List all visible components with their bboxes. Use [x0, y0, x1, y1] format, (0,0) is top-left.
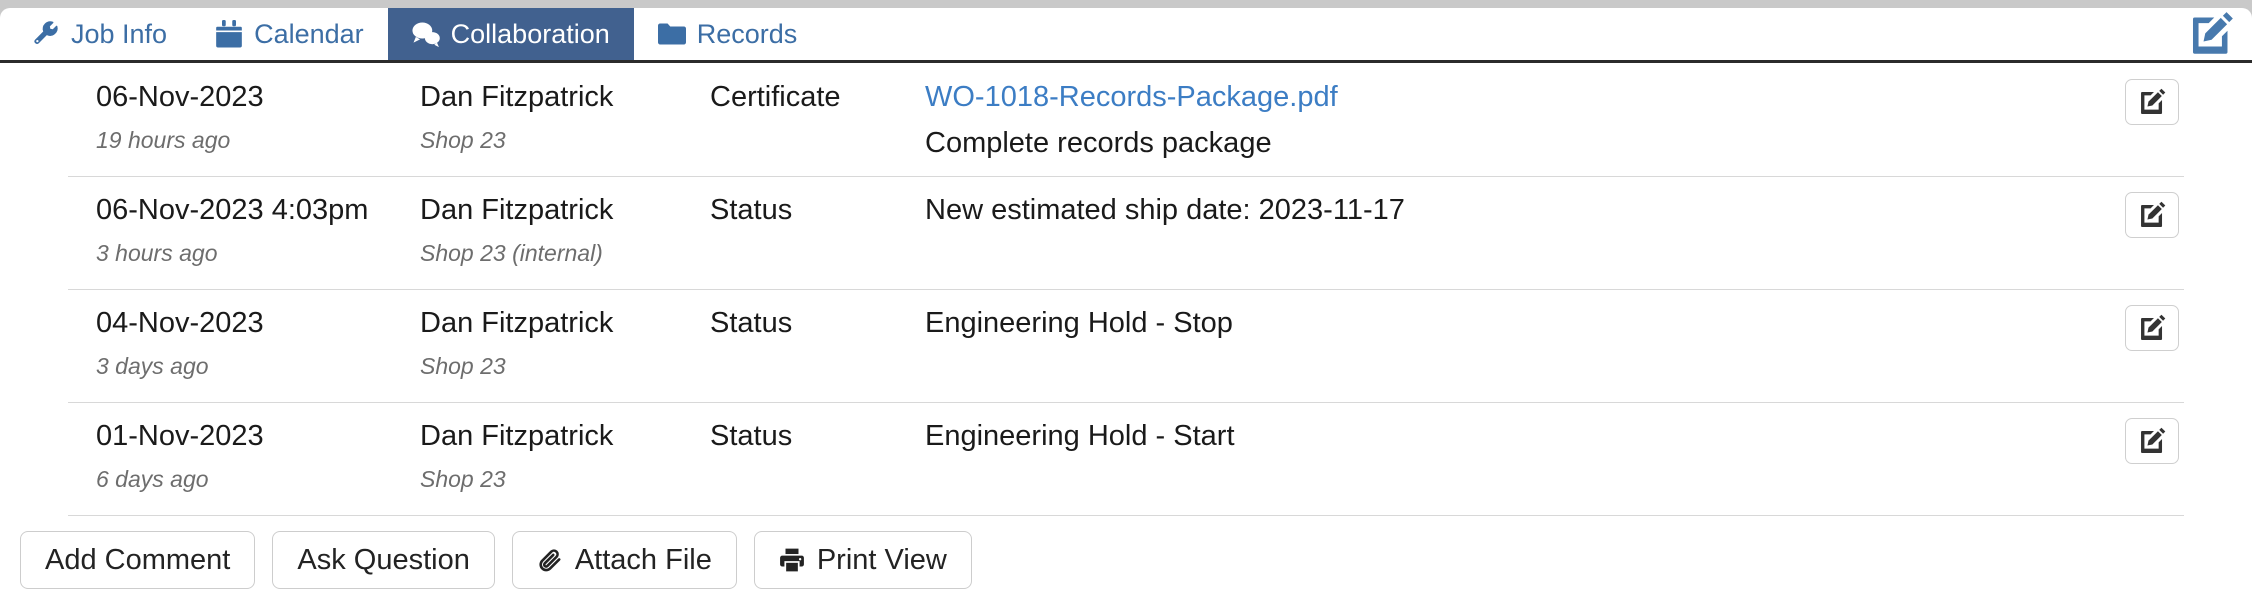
page-root: Job Info Calendar Collaboration Records … — [0, 0, 2252, 606]
header-edit-button[interactable] — [2170, 8, 2252, 60]
row-user-name: Dan Fitzpatrick — [420, 420, 614, 452]
tab-bar: Job Info Calendar Collaboration Records — [0, 8, 2252, 63]
row-user-cell: Dan Fitzpatrick Shop 23 (internal) — [420, 196, 710, 265]
row-detail-text: New estimated ship date: 2023-11-17 — [925, 194, 1405, 226]
pen-to-square-icon — [2138, 314, 2166, 342]
attach-file-label: Attach File — [574, 543, 712, 576]
row-relative-time: 3 days ago — [96, 353, 209, 379]
row-type: Certificate — [710, 81, 841, 113]
row-user-shop: Shop 23 — [420, 466, 506, 492]
calendar-icon — [215, 20, 243, 48]
row-action-cell — [2052, 418, 2252, 464]
printer-icon — [779, 547, 805, 573]
row-type-cell: Status — [710, 422, 925, 451]
row-user-cell: Dan Fitzpatrick Shop 23 — [420, 309, 710, 378]
table-row: 06-Nov-2023 19 hours ago Dan Fitzpatrick… — [0, 63, 2252, 176]
ask-question-button[interactable]: Ask Question — [272, 531, 495, 589]
table-row: 01-Nov-2023 6 days ago Dan Fitzpatrick S… — [0, 402, 2252, 515]
tab-label: Records — [696, 18, 798, 49]
add-comment-button[interactable]: Add Comment — [20, 531, 256, 589]
collaboration-table: 06-Nov-2023 19 hours ago Dan Fitzpatrick… — [0, 63, 2252, 515]
row-type-cell: Status — [710, 309, 925, 338]
row-user-cell: Dan Fitzpatrick Shop 23 — [420, 422, 710, 491]
row-edit-button[interactable] — [2125, 305, 2179, 351]
row-type: Status — [710, 194, 793, 226]
row-user-shop: Shop 23 (internal) — [420, 240, 603, 266]
row-user-cell: Dan Fitzpatrick Shop 23 — [420, 83, 710, 152]
table-row: 06-Nov-2023 4:03pm 3 hours ago Dan Fitzp… — [0, 176, 2252, 289]
pen-to-square-icon — [2138, 88, 2166, 116]
row-type: Status — [710, 307, 793, 339]
pen-to-square-icon — [2188, 11, 2234, 57]
row-relative-time: 6 days ago — [96, 466, 209, 492]
row-date: 06-Nov-2023 — [96, 81, 264, 113]
row-user-shop: Shop 23 — [420, 353, 506, 379]
wrench-icon — [32, 20, 60, 48]
pen-to-square-icon — [2138, 427, 2166, 455]
row-type: Status — [710, 420, 793, 452]
tab-label: Job Info — [71, 18, 168, 49]
row-relative-time: 3 hours ago — [96, 240, 218, 266]
row-user-name: Dan Fitzpatrick — [420, 81, 614, 113]
ask-question-label: Ask Question — [297, 543, 470, 576]
row-action-cell — [2052, 79, 2252, 125]
row-detail-cell: Engineering Hold - Start — [925, 422, 2052, 451]
row-detail-text: Complete records package — [925, 127, 1272, 159]
tab-records[interactable]: Records — [634, 8, 822, 60]
row-action-cell — [2052, 305, 2252, 351]
tab-calendar[interactable]: Calendar — [191, 8, 388, 60]
tab-label: Calendar — [254, 18, 364, 49]
row-date-cell: 01-Nov-2023 6 days ago — [0, 422, 420, 491]
add-comment-label: Add Comment — [45, 543, 231, 576]
row-user-name: Dan Fitzpatrick — [420, 194, 614, 226]
row-edit-button[interactable] — [2125, 79, 2179, 125]
tab-collaboration[interactable]: Collaboration — [387, 8, 634, 60]
attach-file-button[interactable]: Attach File — [511, 531, 737, 589]
row-file-link[interactable]: WO-1018-Records-Package.pdf — [925, 81, 1338, 113]
row-date-cell: 06-Nov-2023 4:03pm 3 hours ago — [0, 196, 420, 265]
tab-label: Collaboration — [450, 18, 610, 49]
folder-icon — [657, 20, 686, 48]
row-type-cell: Certificate — [710, 83, 925, 112]
row-detail-cell: WO-1018-Records-Package.pdf Complete rec… — [925, 83, 2052, 158]
tab-job-info[interactable]: Job Info — [8, 8, 191, 60]
row-detail-cell: Engineering Hold - Stop — [925, 309, 2052, 338]
print-view-label: Print View — [816, 543, 947, 576]
pen-to-square-icon — [2138, 201, 2166, 229]
tab-bar-spacer — [821, 8, 2170, 60]
paperclip-icon — [537, 547, 563, 573]
row-type-cell: Status — [710, 196, 925, 225]
comments-icon — [412, 20, 440, 48]
row-date-cell: 04-Nov-2023 3 days ago — [0, 309, 420, 378]
row-detail-text: Engineering Hold - Stop — [925, 307, 1233, 339]
row-edit-button[interactable] — [2125, 418, 2179, 464]
row-detail-cell: New estimated ship date: 2023-11-17 — [925, 196, 2052, 225]
row-edit-button[interactable] — [2125, 192, 2179, 238]
row-date: 06-Nov-2023 4:03pm — [96, 194, 369, 226]
print-view-button[interactable]: Print View — [753, 531, 972, 589]
row-date-cell: 06-Nov-2023 19 hours ago — [0, 83, 420, 152]
table-row: 04-Nov-2023 3 days ago Dan Fitzpatrick S… — [0, 289, 2252, 402]
row-date: 01-Nov-2023 — [96, 420, 264, 452]
row-user-name: Dan Fitzpatrick — [420, 307, 614, 339]
row-action-cell — [2052, 192, 2252, 238]
row-user-shop: Shop 23 — [420, 127, 506, 153]
action-bar: Add Comment Ask Question Attach File Pri… — [0, 515, 2252, 589]
collaboration-card: Job Info Calendar Collaboration Records … — [0, 8, 2252, 606]
row-date: 04-Nov-2023 — [96, 307, 264, 339]
row-detail-text: Engineering Hold - Start — [925, 420, 1235, 452]
row-relative-time: 19 hours ago — [96, 127, 231, 153]
